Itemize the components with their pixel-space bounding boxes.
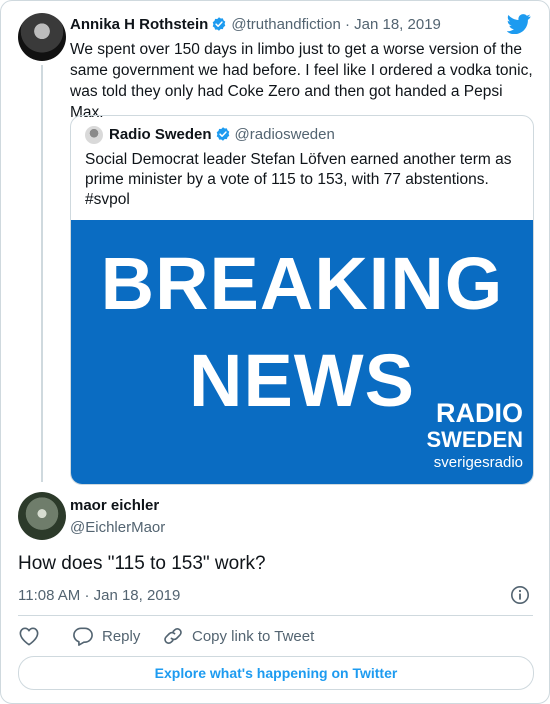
quoted-author-avatar xyxy=(85,126,103,144)
thread-line xyxy=(41,65,43,482)
reply-author-name[interactable]: maor eichler xyxy=(70,497,159,514)
divider xyxy=(18,615,533,616)
author-name[interactable]: Annika H Rothstein xyxy=(70,16,208,33)
timestamp-separator: · xyxy=(84,587,90,604)
tweet-embed-card: Annika H Rothstein @truthandfiction · Jan… xyxy=(0,0,550,704)
radio-sweden-logo-line1: RADIO xyxy=(436,398,523,428)
reply-time: 11:08 AM xyxy=(18,587,81,604)
header-separator: · xyxy=(344,16,350,33)
info-icon[interactable] xyxy=(510,585,530,610)
tweet-header: Annika H Rothstein @truthandfiction · Jan… xyxy=(70,16,441,36)
tweet-date[interactable]: Jan 18, 2019 xyxy=(354,16,441,33)
like-button[interactable] xyxy=(18,626,40,646)
reply-label: Reply xyxy=(102,627,141,645)
radio-sweden-logo-line2: SWEDEN xyxy=(426,427,523,452)
reply-timestamp[interactable]: 11:08 AM · Jan 18, 2019 xyxy=(18,587,180,604)
tweet-text: We spent over 150 days in limbo just to … xyxy=(70,41,533,121)
quoted-tweet-header: Radio Sweden @radiosweden xyxy=(109,126,335,146)
verified-badge-icon xyxy=(215,126,231,146)
quoted-tweet-text: Social Democrat leader Stefan Löfven ear… xyxy=(85,151,512,208)
reply-text: How does "115 to 153" work? xyxy=(18,553,266,574)
image-headline-line1: BREAKING xyxy=(100,242,504,325)
reply-bubble-icon xyxy=(72,626,94,646)
twitter-bird-icon[interactable] xyxy=(506,14,531,39)
quoted-author-handle: @radiosweden xyxy=(234,126,335,143)
author-avatar[interactable] xyxy=(18,13,66,61)
copy-link-button[interactable]: Copy link to Tweet xyxy=(162,626,314,646)
reply-date: Jan 18, 2019 xyxy=(93,587,181,604)
breaking-news-image[interactable]: BREAKING NEWS RADIO SWEDEN sverigesradio xyxy=(71,220,533,484)
quoted-author-name: Radio Sweden xyxy=(109,126,212,143)
reply-author-avatar[interactable] xyxy=(18,492,66,540)
sveriges-radio-logo: sverigesradio xyxy=(433,454,523,471)
quoted-tweet[interactable]: Radio Sweden @radiosweden Social Democrat… xyxy=(70,115,534,485)
reply-author-handle[interactable]: @EichlerMaor xyxy=(70,519,165,536)
link-icon xyxy=(162,626,184,646)
copy-link-label: Copy link to Tweet xyxy=(192,627,315,645)
heart-icon xyxy=(18,626,40,646)
reply-button[interactable]: Reply xyxy=(72,626,140,646)
author-handle[interactable]: @truthandfiction xyxy=(231,16,340,33)
explore-twitter-button[interactable]: Explore what's happening on Twitter xyxy=(18,656,534,690)
verified-badge-icon xyxy=(211,16,227,36)
